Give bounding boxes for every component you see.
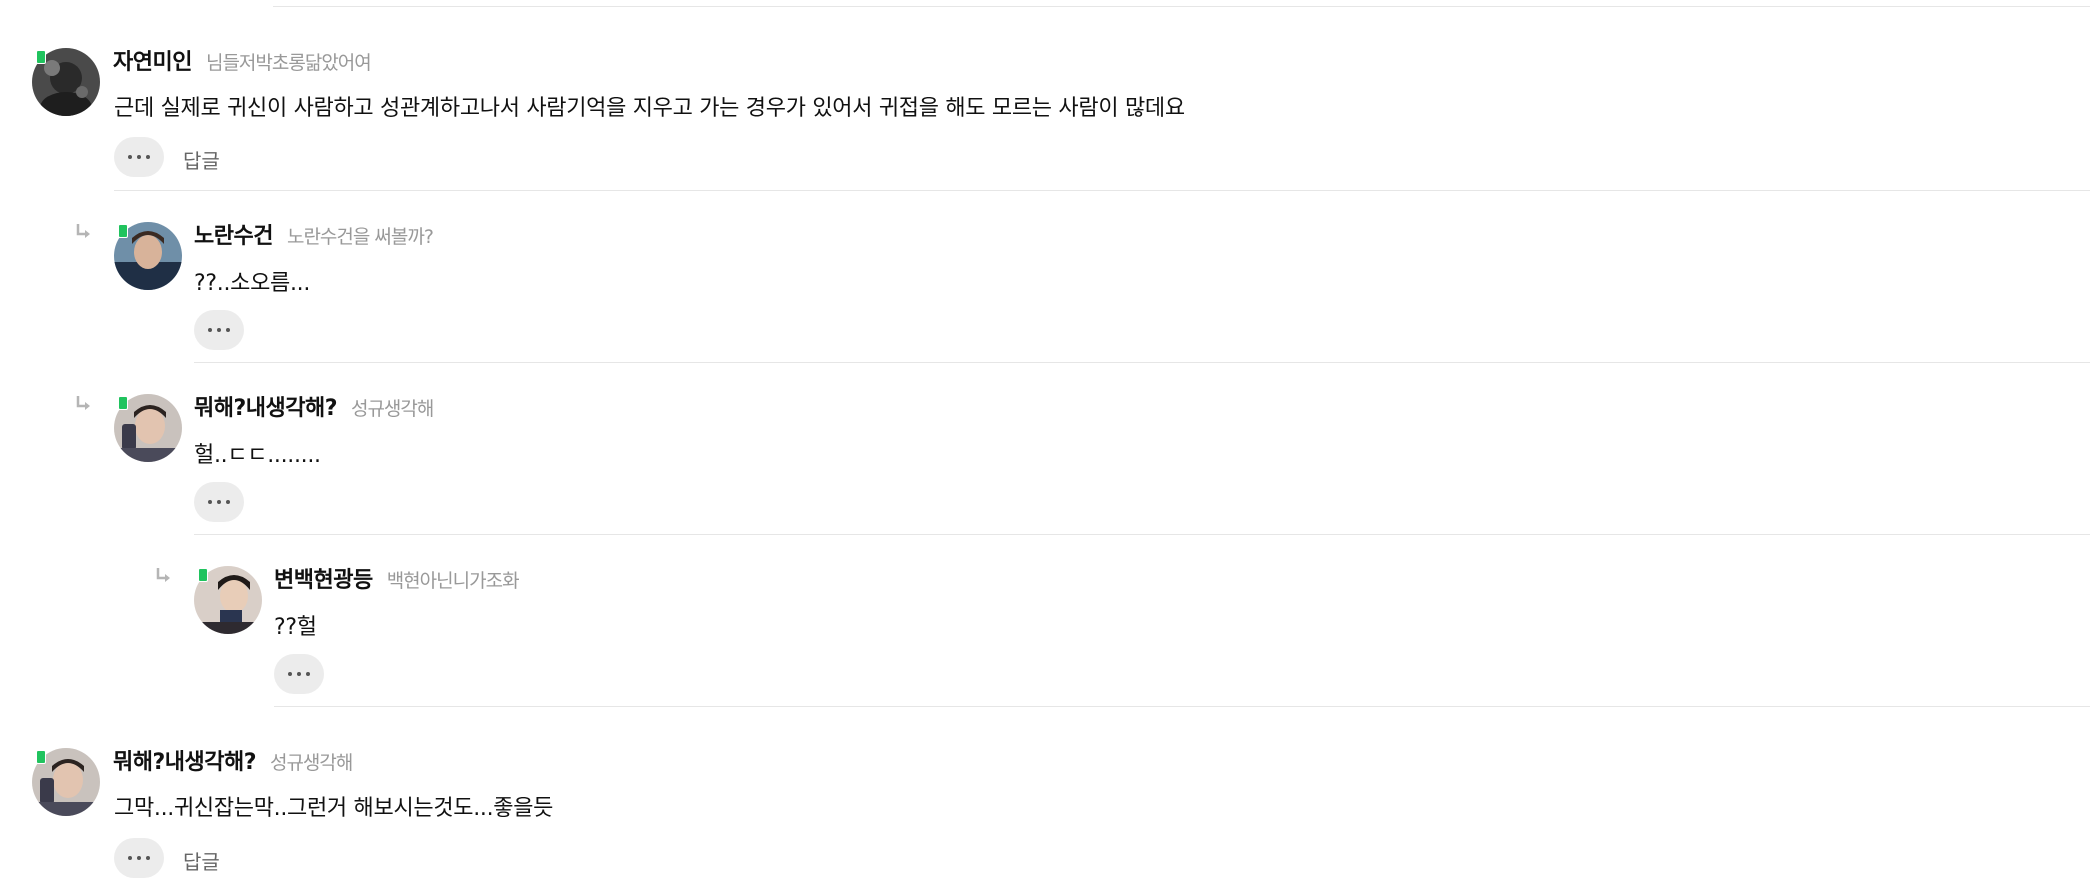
sub-label: 성규생각해 <box>269 752 353 774</box>
reply-arrow-icon <box>76 224 90 238</box>
reply-arrow-icon <box>156 568 170 582</box>
more-dots-icon <box>137 856 141 860</box>
nickname[interactable]: 뭐해?내생각해? <box>194 390 337 422</box>
divider <box>274 706 2090 707</box>
more-button[interactable] <box>114 838 164 878</box>
comment-item: 뭐해?내생각해? 성규생각해 그막...귀신잡는막..그런거 해보시는것도...… <box>0 0 2090 878</box>
divider <box>194 534 2090 535</box>
comment-text: ??헐 <box>274 615 317 640</box>
more-dots-icon <box>226 328 230 332</box>
level-badge-icon <box>118 396 128 410</box>
more-button[interactable] <box>274 654 324 694</box>
comment-text: 그막...귀신잡는막..그런거 해보시는것도...좋을듯 <box>114 796 554 821</box>
more-dots-icon <box>297 672 301 676</box>
comment-text: ??..소오름... <box>194 271 311 296</box>
more-dots-icon <box>306 672 310 676</box>
nickname[interactable]: 변백현광등 <box>274 562 373 594</box>
more-button[interactable] <box>194 482 244 522</box>
sub-label: 백현아닌니가조화 <box>386 570 520 592</box>
more-dots-icon <box>208 328 212 332</box>
reply-button[interactable]: 답글 <box>183 846 220 875</box>
level-badge-icon <box>198 568 208 582</box>
more-dots-icon <box>217 328 221 332</box>
more-dots-icon <box>217 500 221 504</box>
more-button[interactable] <box>194 310 244 350</box>
comment-header: 뭐해?내생각해? 성규생각해 <box>194 390 434 422</box>
divider <box>194 362 2090 363</box>
sub-label: 성규생각해 <box>350 398 434 420</box>
divider <box>114 190 2090 191</box>
nickname[interactable]: 뭐해?내생각해? <box>113 744 256 776</box>
comment-header: 뭐해?내생각해? 성규생각해 <box>113 744 353 776</box>
more-dots-icon <box>128 856 132 860</box>
nickname[interactable]: 노란수건 <box>194 218 273 250</box>
sub-label: 노란수건을 써볼까? <box>286 226 434 248</box>
more-dots-icon <box>226 500 230 504</box>
comment-header: 변백현광등 백현아닌니가조화 <box>274 562 520 594</box>
comment-header: 노란수건 노란수건을 써볼까? <box>194 218 434 250</box>
more-dots-icon <box>288 672 292 676</box>
level-badge-icon <box>36 750 46 764</box>
level-badge-icon <box>118 224 128 238</box>
comment-text: 헐..ㄷㄷ........ <box>194 443 321 468</box>
more-dots-icon <box>146 856 150 860</box>
reply-arrow-icon <box>76 396 90 410</box>
more-dots-icon <box>208 500 212 504</box>
